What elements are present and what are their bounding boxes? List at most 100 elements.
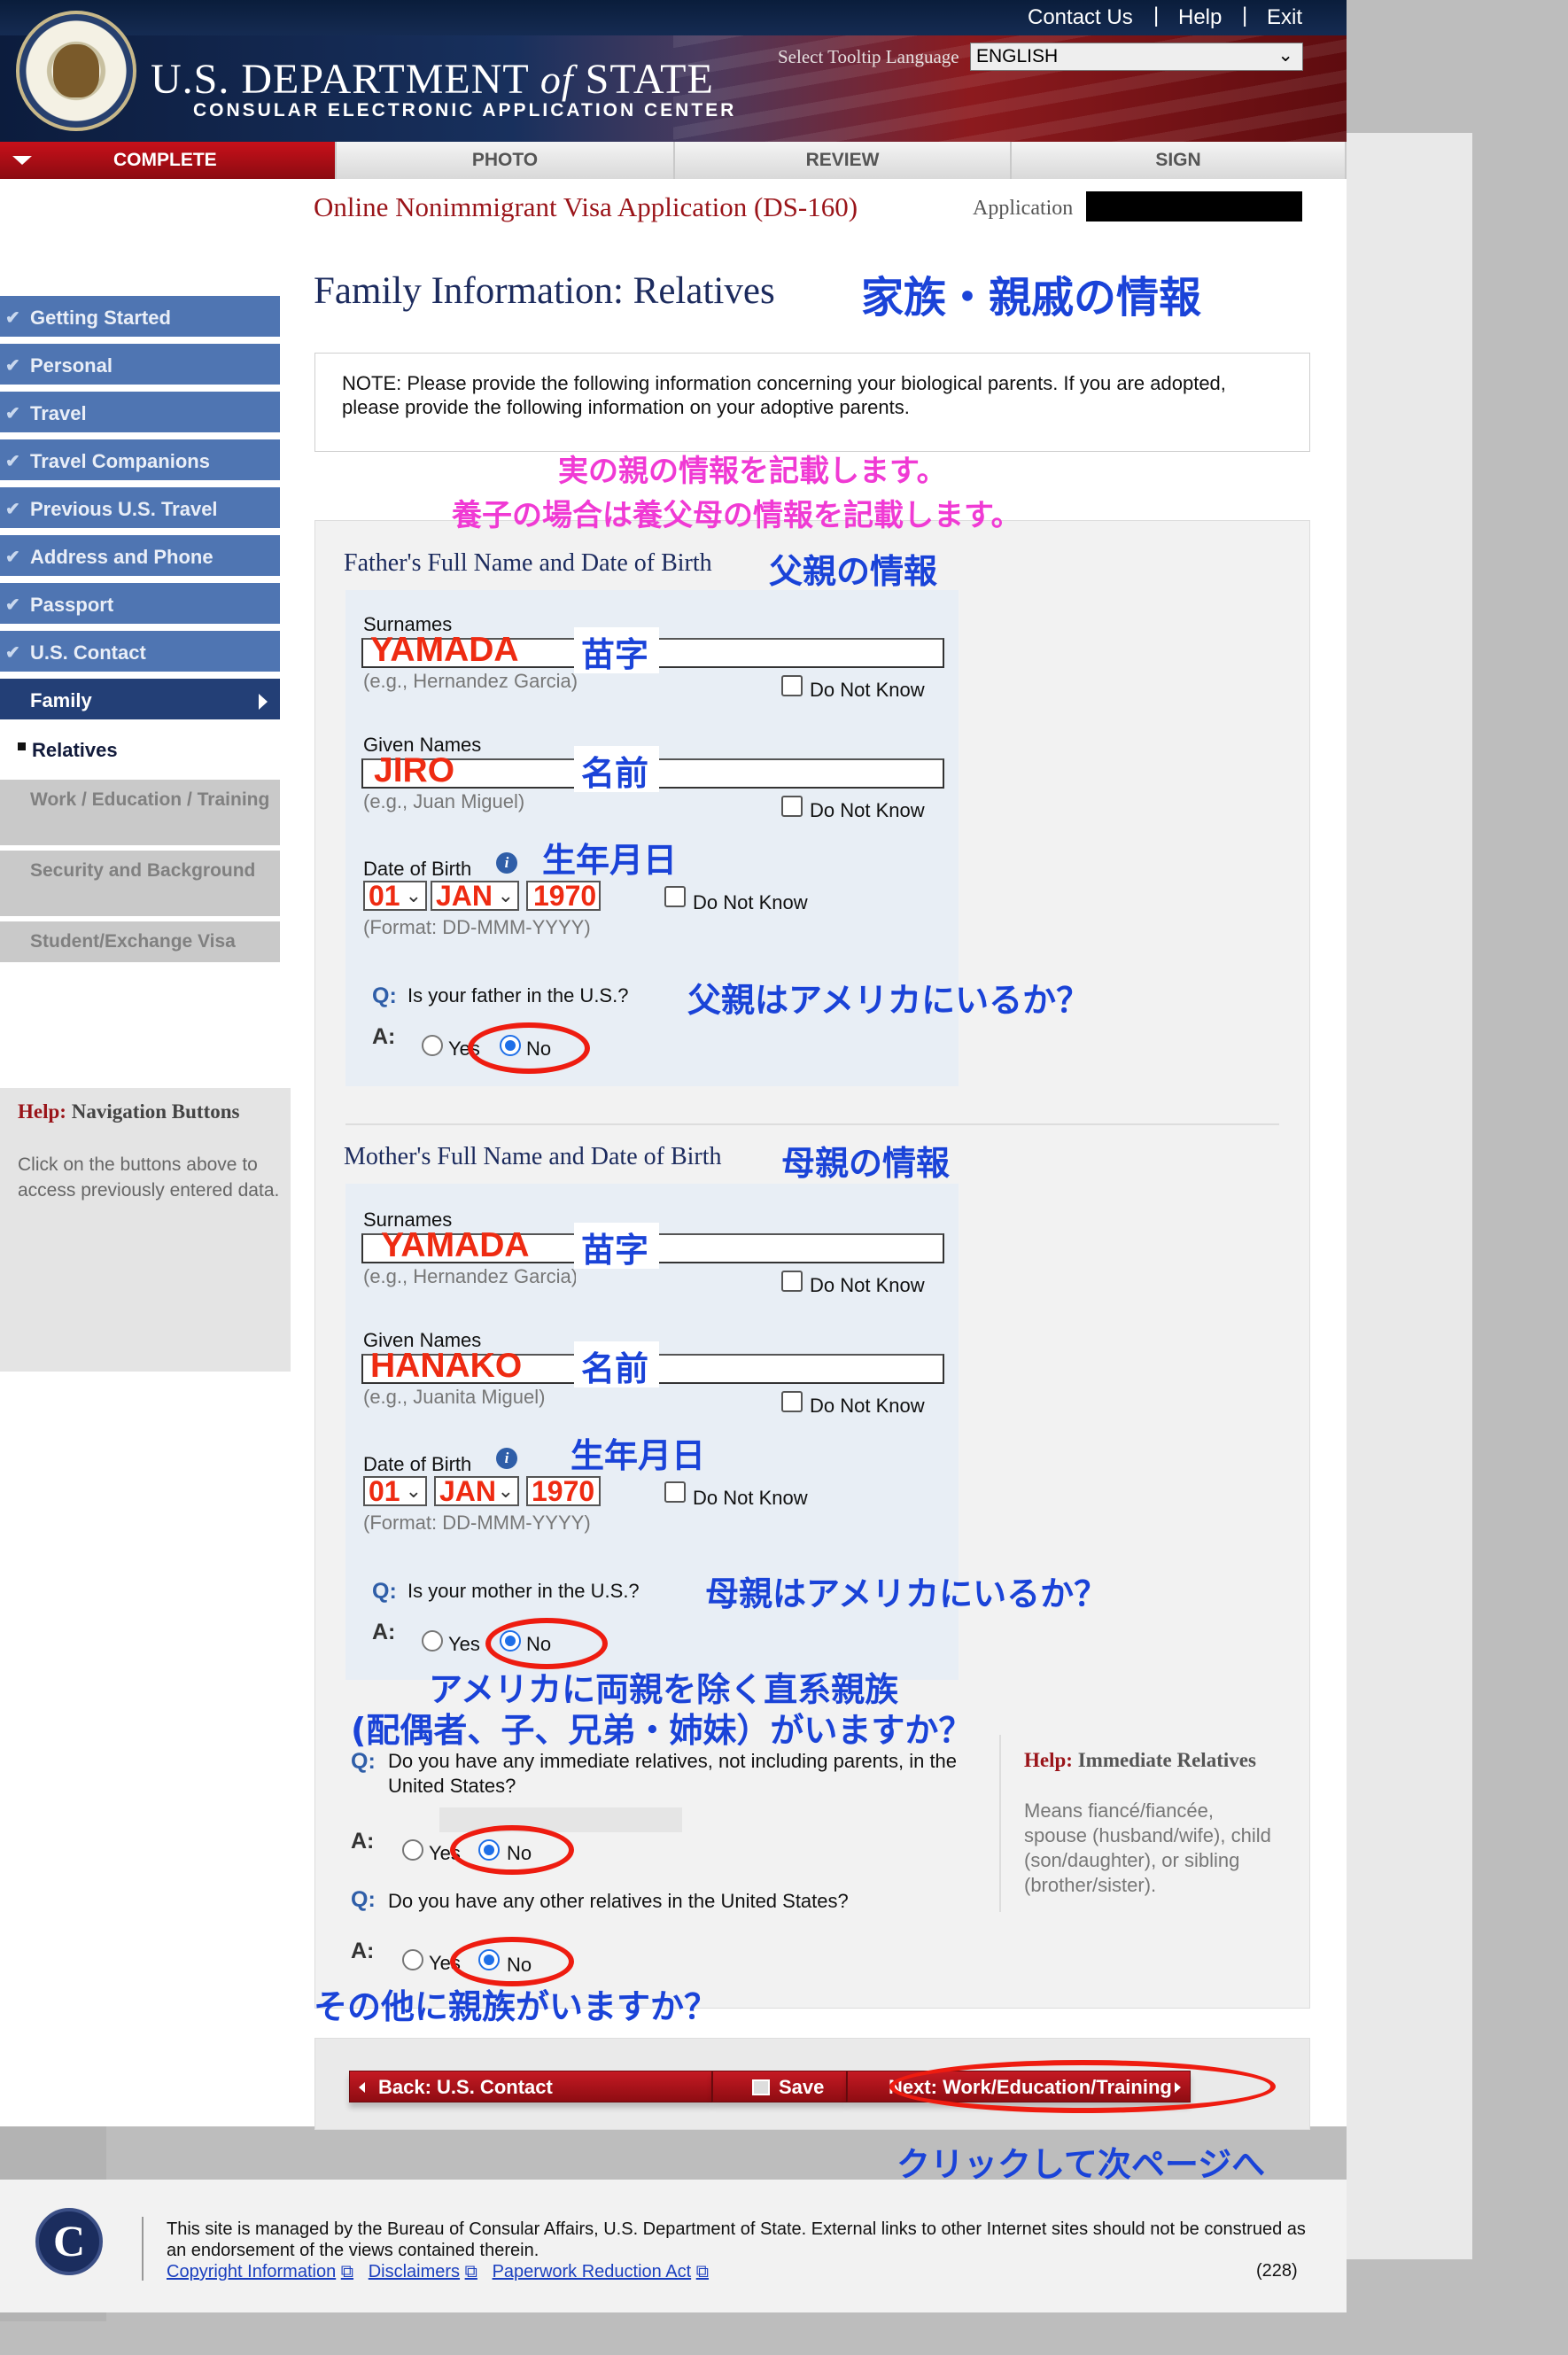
chevron-down-icon: ⌄ xyxy=(405,884,422,906)
jp-annotation-father-question: 父親はアメリカにいるか？ xyxy=(687,981,1091,1020)
check-icon: ✔ xyxy=(5,643,20,663)
department-name: U.S. DEPARTMENT of STATE xyxy=(151,56,714,103)
check-icon: ✔ xyxy=(5,308,20,328)
tooltip-language-select[interactable]: ENGLISH ⌄ xyxy=(970,43,1303,71)
sidebar-item-passport[interactable]: ✔ Passport xyxy=(0,583,280,627)
mother-dob-unknown-checkbox[interactable] xyxy=(664,1481,686,1503)
sidebar-item-family[interactable]: Family xyxy=(0,679,280,723)
mother-dob-hint: (Format: DD-MMM-YYYY) xyxy=(363,1512,591,1534)
floppy-disk-icon xyxy=(752,2079,770,2095)
father-surname-unknown-checkbox[interactable] xyxy=(781,675,803,696)
help-immediate-relatives-body: Means fiancé/fiancée, spouse (husband/wi… xyxy=(1024,1799,1271,1896)
do-not-know-label: Do Not Know xyxy=(810,1395,925,1417)
father-dob-month-select[interactable]: JAN ⌄ xyxy=(431,881,519,911)
jp-annotation-father: 父親の情報 xyxy=(769,552,938,591)
mother-dob-month-select[interactable]: JAN ⌄ xyxy=(434,1476,519,1506)
tab-photo[interactable]: PHOTO xyxy=(337,142,675,179)
mother-surname-value: YAMADA xyxy=(381,1226,530,1264)
mother-surnames-hint: (e.g., Hernandez Garcia) xyxy=(363,1265,576,1287)
top-separator: | xyxy=(1153,4,1160,27)
progress-tabs: COMPLETE PHOTO REVIEW SIGN xyxy=(0,142,1347,179)
father-given-hint: (e.g., Juan Miguel) xyxy=(363,790,525,812)
info-icon[interactable]: i xyxy=(496,1448,517,1469)
jp-annotation-relatives-2: (配偶者、子、兄弟・姉妹）がいますか？ xyxy=(351,1711,973,1750)
external-link-icon: ⧉ xyxy=(464,2262,477,2281)
highlight-oval xyxy=(450,1825,574,1875)
mother-dob-year-input[interactable]: 1970 xyxy=(526,1476,601,1506)
sidebar-item-travel-companions[interactable]: ✔ Travel Companions xyxy=(0,439,280,484)
do-not-know-label: Do Not Know xyxy=(810,1274,925,1296)
tab-sign[interactable]: SIGN xyxy=(1012,142,1347,179)
mother-surname-unknown-checkbox[interactable] xyxy=(781,1271,803,1292)
question-marker: Q: xyxy=(351,1887,376,1912)
contact-us-link[interactable]: Contact Us xyxy=(1028,5,1133,30)
department-seal-icon xyxy=(16,11,136,131)
tab-complete[interactable]: COMPLETE xyxy=(0,142,337,179)
footer: C This site is managed by the Bureau of … xyxy=(0,2180,1347,2312)
jp-annotation-note-2: 養子の場合は養父母の情報を記載します。 xyxy=(452,498,1021,533)
question-marker: Q: xyxy=(372,983,397,1008)
footer-divider xyxy=(142,2217,144,2281)
father-dob-day-select[interactable]: 01 ⌄ xyxy=(363,881,427,911)
disclaimers-link[interactable]: Disclaimers xyxy=(369,2262,460,2281)
father-in-us-yes-radio[interactable] xyxy=(422,1035,443,1056)
highlight-oval xyxy=(468,1022,590,1074)
sidebar-item-personal[interactable]: ✔ Personal xyxy=(0,344,280,388)
highlight-oval xyxy=(889,2060,1276,2113)
other-relatives-yes-radio[interactable] xyxy=(402,1949,423,1970)
sidebar-item-previous-us-travel[interactable]: ✔ Previous U.S. Travel xyxy=(0,487,280,532)
arrow-left-icon xyxy=(359,2082,365,2093)
father-dob-unknown-checkbox[interactable] xyxy=(664,886,686,907)
answer-marker: A: xyxy=(372,1024,396,1049)
external-link-icon: ⧉ xyxy=(340,2262,354,2281)
check-icon: ✔ xyxy=(5,548,20,567)
help-navigation-body: Click on the buttons above to access pre… xyxy=(18,1154,280,1201)
father-dob-year-input[interactable]: 1970 xyxy=(526,881,601,911)
jp-annotation-surname: 苗字 xyxy=(574,1223,659,1270)
caret-down-icon xyxy=(12,156,32,165)
father-given-unknown-checkbox[interactable] xyxy=(781,796,803,817)
sidebar-item-travel[interactable]: ✔ Travel xyxy=(0,392,280,436)
chevron-down-icon: ⌄ xyxy=(405,1480,422,1502)
application-title: Online Nonimmigrant Visa Application (DS… xyxy=(314,191,858,222)
father-dob-label: Date of Birth xyxy=(363,858,472,880)
father-in-us-question: Is your father in the U.S.? xyxy=(408,984,629,1007)
mother-given-value: HANAKO xyxy=(370,1347,523,1385)
sidebar-item-address-phone[interactable]: ✔ Address and Phone xyxy=(0,535,280,579)
sidebar-item-getting-started[interactable]: ✔ Getting Started xyxy=(0,296,280,340)
footer-disclaimer: This site is managed by the Bureau of Co… xyxy=(167,2219,1306,2260)
paperwork-link[interactable]: Paperwork Reduction Act xyxy=(493,2262,692,2281)
copyright-link[interactable]: Copyright Information xyxy=(167,2262,336,2281)
sidebar-subitem-relatives[interactable]: Relatives xyxy=(0,727,280,774)
tab-review[interactable]: REVIEW xyxy=(675,142,1012,179)
help-link[interactable]: Help xyxy=(1178,5,1222,30)
ceac-subtitle: CONSULAR ELECTRONIC APPLICATION CENTER xyxy=(193,100,737,120)
site-header: Contact Us | Help | Exit U.S. DEPARTMENT… xyxy=(0,0,1347,142)
triangle-right-icon xyxy=(259,694,268,710)
jp-annotation-dob: 生年月日 xyxy=(542,841,678,880)
info-icon[interactable]: i xyxy=(496,852,517,874)
exit-link[interactable]: Exit xyxy=(1267,5,1302,30)
back-button[interactable]: Back: U.S. Contact xyxy=(349,2071,712,2102)
father-surname-value: YAMADA xyxy=(370,631,519,669)
mother-given-unknown-checkbox[interactable] xyxy=(781,1391,803,1412)
page-title: Family Information: Relatives xyxy=(314,270,775,312)
mother-dob-label: Date of Birth xyxy=(363,1453,472,1475)
chevron-down-icon: ⌄ xyxy=(1277,45,1293,66)
help-navigation-title: Help: Navigation Buttons xyxy=(18,1100,240,1123)
other-relatives-question: Do you have any other relatives in the U… xyxy=(388,1890,849,1912)
sidebar-item-us-contact[interactable]: ✔ U.S. Contact xyxy=(0,631,280,675)
tooltip-language-label: Select Tooltip Language xyxy=(778,46,959,67)
jp-annotation-other-relatives: その他に親族がいますか？ xyxy=(314,1987,718,2026)
jp-annotation-mother: 母親の情報 xyxy=(781,1144,951,1183)
mother-in-us-yes-radio[interactable] xyxy=(422,1630,443,1652)
immediate-relatives-yes-radio[interactable] xyxy=(402,1839,423,1861)
check-icon: ✔ xyxy=(5,500,20,519)
mother-dob-day-select[interactable]: 01 ⌄ xyxy=(363,1476,427,1506)
jp-annotation-dob: 生年月日 xyxy=(571,1436,706,1475)
application-id-redacted xyxy=(1086,191,1302,222)
check-icon: ✔ xyxy=(5,452,20,471)
chevron-down-icon: ⌄ xyxy=(497,884,514,906)
save-button[interactable]: Save xyxy=(712,2071,847,2102)
father-section-title: Father's Full Name and Date of Birth xyxy=(344,549,712,577)
